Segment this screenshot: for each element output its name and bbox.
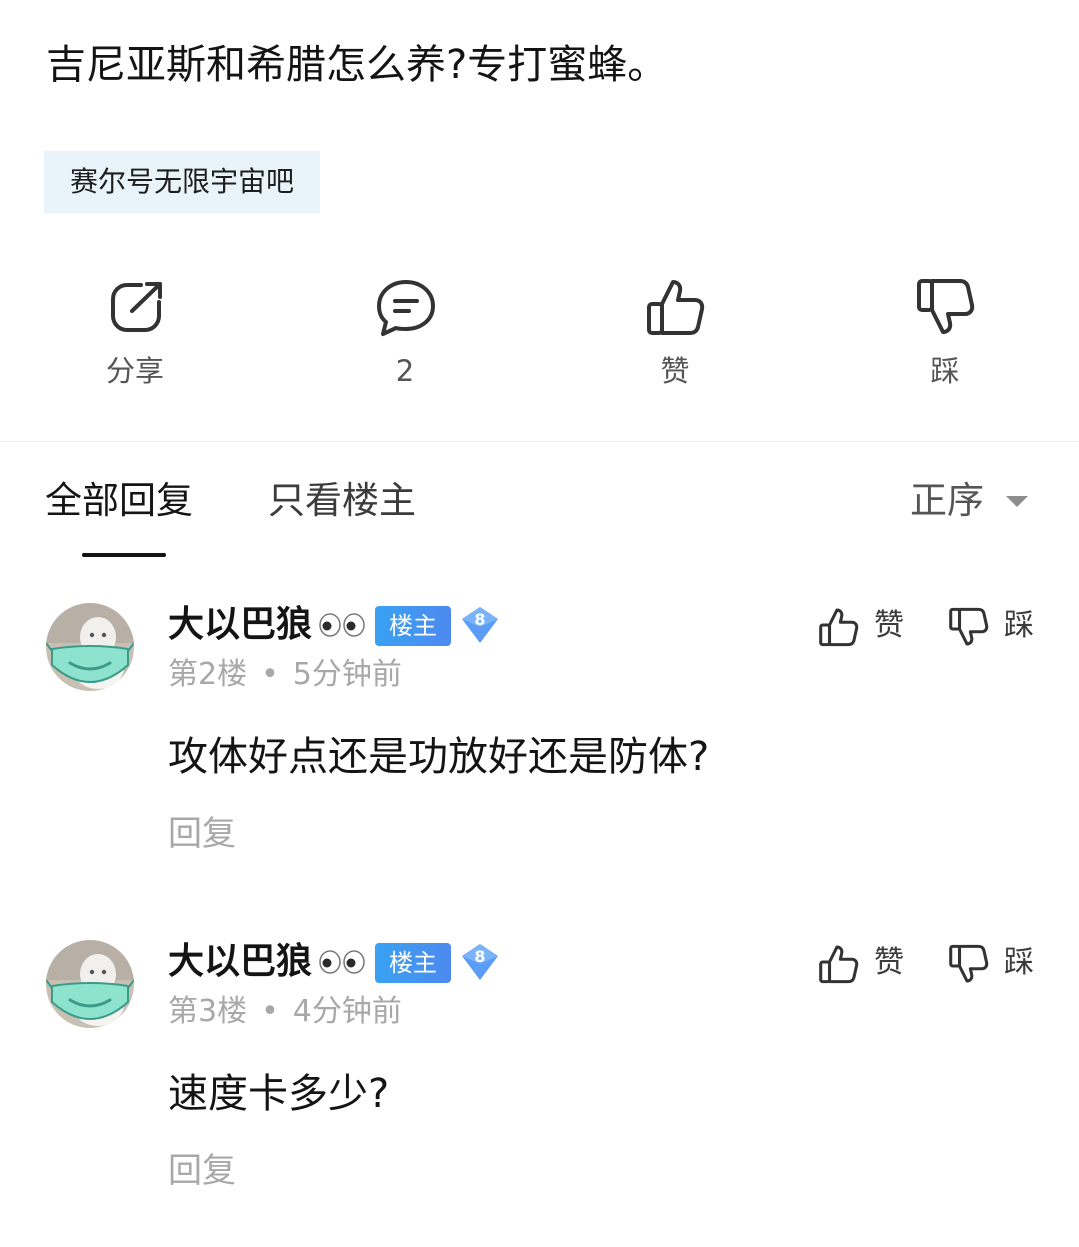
- reply-dislike-label: 踩: [1004, 608, 1034, 643]
- reply-meta: 第3楼 • 4分钟前: [168, 994, 402, 1029]
- thumbs-down-icon: [949, 607, 989, 646]
- thumbs-up-icon: [819, 608, 859, 647]
- like-button[interactable]: 赞: [605, 276, 745, 396]
- dislike-button[interactable]: 踩: [875, 276, 1015, 396]
- reply-item: 大以巴狼 楼主 8 第3楼 • 4分钟前 速度卡多少? 回复 赞 踩: [0, 940, 1079, 1240]
- post-title: 吉尼亚斯和希腊怎么养?专打蜜蜂。: [46, 42, 668, 88]
- reply-content: 速度卡多少?: [168, 1071, 390, 1117]
- reply-item: 大以巴狼 楼主 8 第2楼 • 5分钟前 攻体好点还是功放好还是防体? 回复 赞 踩: [0, 603, 1079, 903]
- tab-all-replies[interactable]: 全部回复: [45, 476, 193, 526]
- sort-dropdown[interactable]: 正序: [910, 476, 1028, 526]
- post-action-bar: 分享 2 赞 踩: [0, 276, 1079, 396]
- timestamp: 4分钟前: [292, 994, 402, 1029]
- comment-icon: [377, 280, 435, 336]
- tab-owner-only[interactable]: 只看楼主: [268, 476, 416, 526]
- share-button[interactable]: 分享: [65, 276, 205, 396]
- username[interactable]: 大以巴狼: [168, 940, 312, 984]
- floor-number: 第2楼: [168, 657, 248, 692]
- share-icon: [111, 282, 162, 332]
- eyes-emoji-icon: [319, 950, 365, 974]
- dislike-label: 踩: [930, 354, 960, 388]
- avatar[interactable]: [46, 603, 134, 691]
- comment-count: 2: [395, 354, 415, 388]
- reply-meta: 第2楼 • 5分钟前: [168, 657, 402, 692]
- sort-label: 正序: [910, 479, 984, 522]
- floor-number: 第3楼: [168, 994, 248, 1029]
- active-tab-indicator: [82, 553, 166, 557]
- thumbs-up-icon: [647, 280, 705, 335]
- thumbs-down-icon: [949, 944, 989, 983]
- forum-tag[interactable]: 赛尔号无限宇宙吧: [44, 151, 321, 213]
- reply-content: 攻体好点还是功放好还是防体?: [168, 734, 710, 780]
- owner-badge: 楼主: [375, 606, 451, 646]
- eyes-emoji-icon: [319, 613, 365, 637]
- level-number: 8: [474, 947, 486, 966]
- level-badge: 8: [460, 606, 500, 644]
- reply-like-label: 赞: [874, 945, 904, 980]
- owner-badge: 楼主: [375, 943, 451, 983]
- reply-like-label: 赞: [874, 608, 904, 643]
- reply-dislike-label: 踩: [1004, 945, 1034, 980]
- share-label: 分享: [105, 354, 164, 388]
- comment-button[interactable]: 2: [335, 276, 475, 396]
- reply-button[interactable]: 回复: [168, 1148, 236, 1194]
- thumbs-down-icon: [917, 279, 975, 334]
- reply-button[interactable]: 回复: [168, 811, 236, 857]
- username[interactable]: 大以巴狼: [168, 603, 312, 647]
- level-number: 8: [474, 610, 486, 629]
- level-badge: 8: [460, 943, 500, 981]
- timestamp: 5分钟前: [292, 657, 402, 692]
- avatar[interactable]: [46, 940, 134, 1028]
- caret-down-icon: [1006, 496, 1028, 507]
- section-divider: [0, 441, 1079, 442]
- like-label: 赞: [660, 354, 690, 388]
- thumbs-up-icon: [819, 945, 859, 984]
